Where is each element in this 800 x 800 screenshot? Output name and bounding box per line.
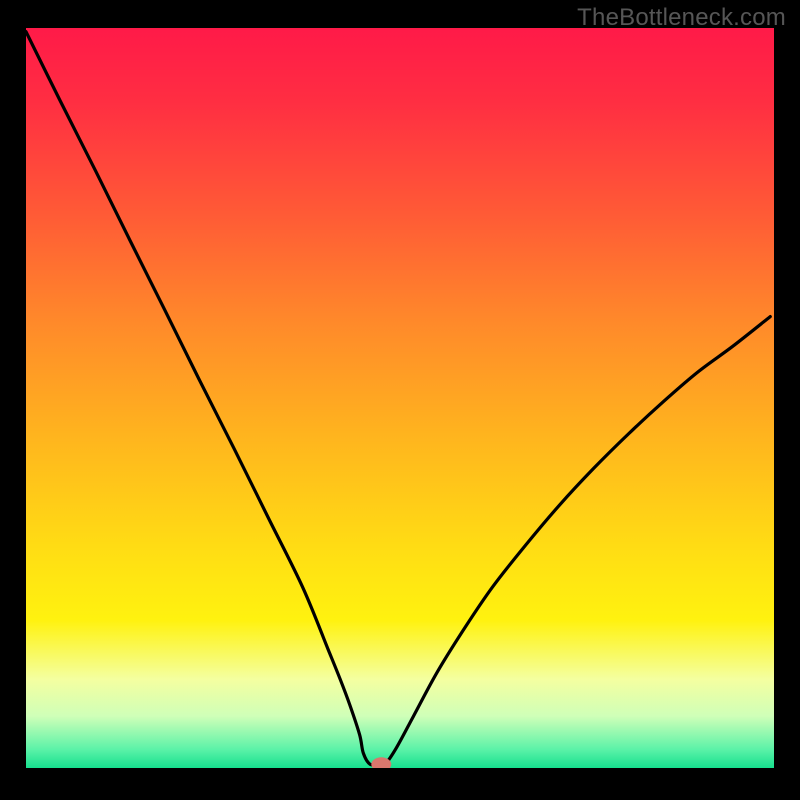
bottleneck-plot [0,0,800,800]
optimum-marker [371,757,391,771]
chart-frame: { "watermark": "TheBottleneck.com", "col… [0,0,800,800]
watermark-label: TheBottleneck.com [577,4,786,32]
gradient-background [26,28,774,768]
